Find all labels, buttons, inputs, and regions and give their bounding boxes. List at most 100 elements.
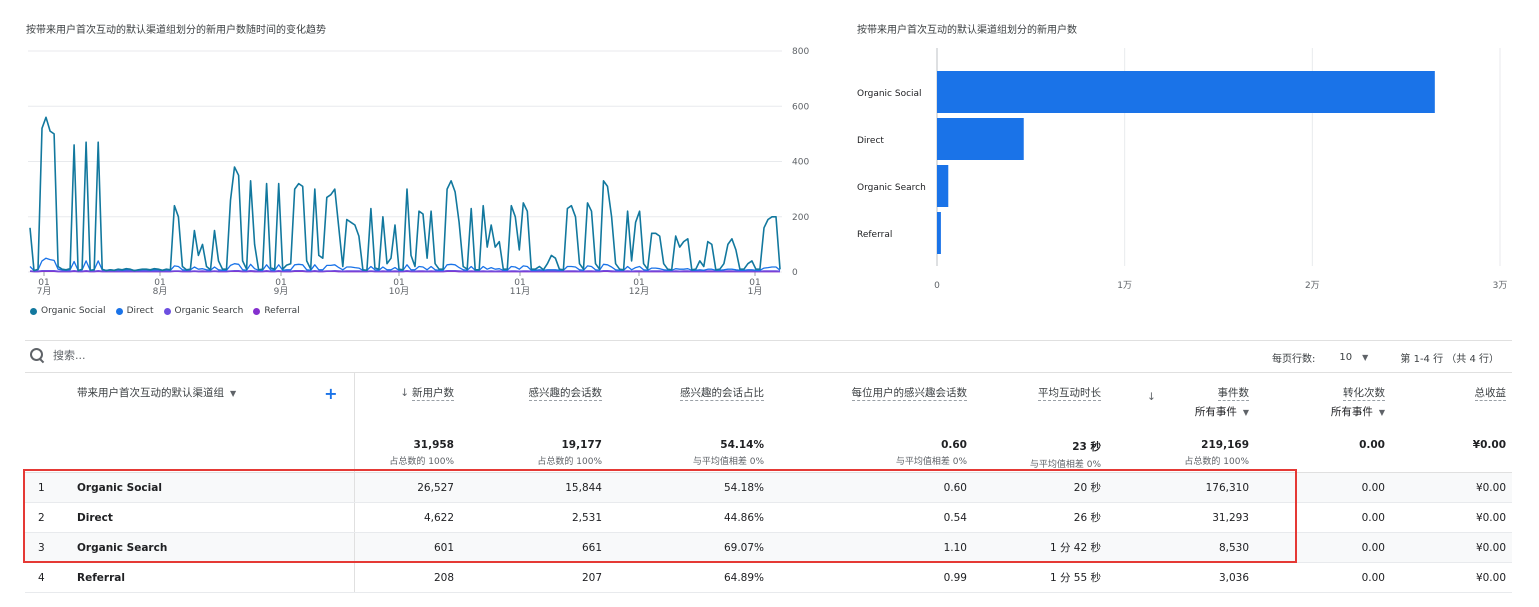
metric-cell: 31,293 [1107, 502, 1255, 533]
col-label[interactable]: 每位用户的感兴趣会话数 [851, 387, 967, 401]
metric-cell: 1 分 42 秒 [973, 532, 1107, 563]
col-header-conversions[interactable]: 转化次数 所有事件 ▼ [1255, 372, 1391, 433]
x-tick-label: 2万 [1305, 281, 1320, 291]
category-label: Organic Search [857, 183, 926, 193]
metric-cell: 3,036 [1107, 562, 1255, 593]
conversion-selector-value[interactable]: 所有事件 [1331, 406, 1373, 418]
channel-name[interactable]: Direct [77, 502, 354, 533]
total-sub: 占总数的 100% [1184, 456, 1249, 467]
legend-item[interactable]: Organic Social [30, 306, 106, 316]
channel-name[interactable]: Referral [77, 562, 354, 593]
rows-per-page-label: 每页行数: [1272, 354, 1316, 365]
col-label[interactable]: 事件数 [1217, 387, 1249, 401]
total-cell: 23 秒与平均值相差 0% [973, 432, 1107, 473]
metric-cell: 2,531 [460, 502, 608, 533]
totals-row: 31,958 占总数的 100% 19,177 占总数的 100% 54.14% 与平… [25, 432, 1512, 473]
total-value: 31,958 [413, 438, 454, 451]
caret-down-icon[interactable]: ▼ [1362, 353, 1368, 362]
channel-name[interactable]: Organic Search [77, 532, 354, 563]
x-tick-label: 0 [934, 281, 940, 291]
col-label[interactable]: 平均互动时长 [1038, 387, 1101, 401]
metric-cell: 54.18% [608, 472, 770, 503]
rows-per-page-select[interactable]: 10 ▼ [1339, 350, 1368, 365]
metric-cell: ¥0.00 [1391, 502, 1512, 533]
caret-down-icon[interactable]: ▼ [230, 389, 236, 398]
metric-cell: 0.00 [1255, 502, 1391, 533]
table-row[interactable]: 3 Organic Search 601 661 69.07% 1.10 1 分 42 秒8… [25, 532, 1512, 563]
col-label[interactable]: 感兴趣的会话数 [528, 387, 602, 401]
metric-cell: 0.54 [770, 502, 973, 533]
category-label: Direct [857, 136, 884, 146]
total-value: 0.00 [1359, 438, 1385, 451]
col-header-event-count[interactable]: ↓ 事件数 所有事件 ▼ [1107, 372, 1255, 433]
dimension-header[interactable]: 带来用户首次互动的默认渠道组 ▼ + [25, 372, 354, 433]
caret-down-icon[interactable]: ▼ [1243, 408, 1249, 417]
metric-cell: 0.00 [1255, 532, 1391, 563]
rows-per-page: 每页行数: 10 ▼ [1272, 350, 1368, 365]
search-box[interactable]: 搜索... [29, 347, 86, 363]
total-value: 219,169 [1201, 438, 1249, 451]
total-cell: 0.60 与平均值相差 0% [770, 432, 973, 473]
metric-cell: 26 秒 [973, 502, 1107, 533]
col-label[interactable]: 转化次数 [1343, 387, 1385, 401]
legend-label: Organic Social [41, 306, 106, 316]
total-cell: 19,177 占总数的 100% [460, 432, 608, 473]
x-tick-label: 3万 [1493, 281, 1508, 291]
total-sub: 与平均值相差 0% [1029, 459, 1101, 470]
metric-cell: 0.00 [1255, 562, 1391, 593]
search-icon[interactable] [29, 347, 45, 363]
col-label[interactable]: 总收益 [1474, 387, 1506, 401]
total-cell: ¥0.00 [1391, 432, 1512, 473]
row-index: 1 [25, 472, 77, 503]
legend-dot-icon [253, 307, 261, 315]
sort-down-icon[interactable]: ↓ [1147, 391, 1156, 403]
table-row[interactable]: 2 Direct 4,622 2,531 44.86% 0.54 26 秒 31,293 0.0… [25, 502, 1512, 533]
bar-direct[interactable] [937, 118, 1024, 160]
legend-item[interactable]: Referral [253, 306, 300, 316]
table-row[interactable]: 1 Organic Social 26,527 15,844 54.18% 0.60 20 … [25, 472, 1512, 503]
col-label[interactable]: 新用户数 [412, 387, 454, 401]
add-dimension-icon[interactable]: + [324, 384, 337, 403]
bar-organic-search[interactable] [937, 165, 949, 207]
total-sub: 与平均值相差 0% [895, 456, 967, 467]
total-cell: 219,169 占总数的 100% [1107, 432, 1255, 473]
total-value: 0.60 [941, 438, 967, 451]
total-sub: 占总数的 100% [537, 456, 602, 467]
total-sub: 与平均值相差 0% [692, 456, 764, 467]
metric-cell: 601 [353, 532, 460, 563]
col-header-engaged-sessions[interactable]: 感兴趣的会话数 [460, 372, 608, 433]
event-selector-value[interactable]: 所有事件 [1195, 406, 1237, 418]
legend-item[interactable]: Organic Search [163, 306, 243, 316]
metric-cell: 15,844 [460, 472, 608, 503]
dimension-header-label[interactable]: 带来用户首次互动的默认渠道组 [77, 387, 224, 399]
col-header-engaged-sessions-per-user[interactable]: 每位用户的感兴趣会话数 [770, 372, 973, 433]
category-label: Organic Social [857, 89, 922, 99]
table-row[interactable]: 4 Referral 208 207 64.89% 0.99 1 分 55 秒 3,036 0.… [25, 562, 1512, 593]
metric-cell: ¥0.00 [1391, 562, 1512, 593]
metric-cell: 44.86% [608, 502, 770, 533]
search-placeholder[interactable]: 搜索... [53, 347, 86, 363]
metric-cell: 0.60 [770, 472, 973, 503]
col-header-engagement-rate[interactable]: 感兴趣的会话占比 [608, 372, 770, 433]
bar-organic-social[interactable] [937, 71, 1435, 113]
row-index: 4 [25, 562, 77, 593]
conversion-selector[interactable]: 所有事件 ▼ [1255, 404, 1385, 419]
channel-name[interactable]: Organic Social [77, 472, 354, 503]
legend-dot-icon [30, 307, 37, 315]
metric-cell: 4,622 [353, 502, 460, 533]
sort-down-icon[interactable]: ↓ [400, 387, 409, 399]
metric-cell: 0.99 [770, 562, 973, 593]
col-header-new-users[interactable]: ↓ 新用户数 [353, 372, 460, 433]
event-selector[interactable]: 所有事件 ▼ [1107, 404, 1249, 419]
col-header-avg-engagement-time[interactable]: 平均互动时长 [973, 372, 1107, 433]
total-value: 54.14% [720, 438, 764, 451]
pagination-info: 第 1-4 行 （共 4 行） [1400, 354, 1499, 365]
col-header-total-revenue[interactable]: 总收益 [1391, 372, 1512, 433]
col-label[interactable]: 感兴趣的会话占比 [680, 387, 764, 401]
rows-per-page-value[interactable]: 10 [1339, 352, 1352, 363]
metric-cell: 208 [353, 562, 460, 593]
caret-down-icon[interactable]: ▼ [1379, 408, 1385, 417]
total-value: ¥0.00 [1472, 438, 1506, 451]
legend-item[interactable]: Direct [115, 306, 154, 316]
bar-referral[interactable] [937, 212, 941, 254]
